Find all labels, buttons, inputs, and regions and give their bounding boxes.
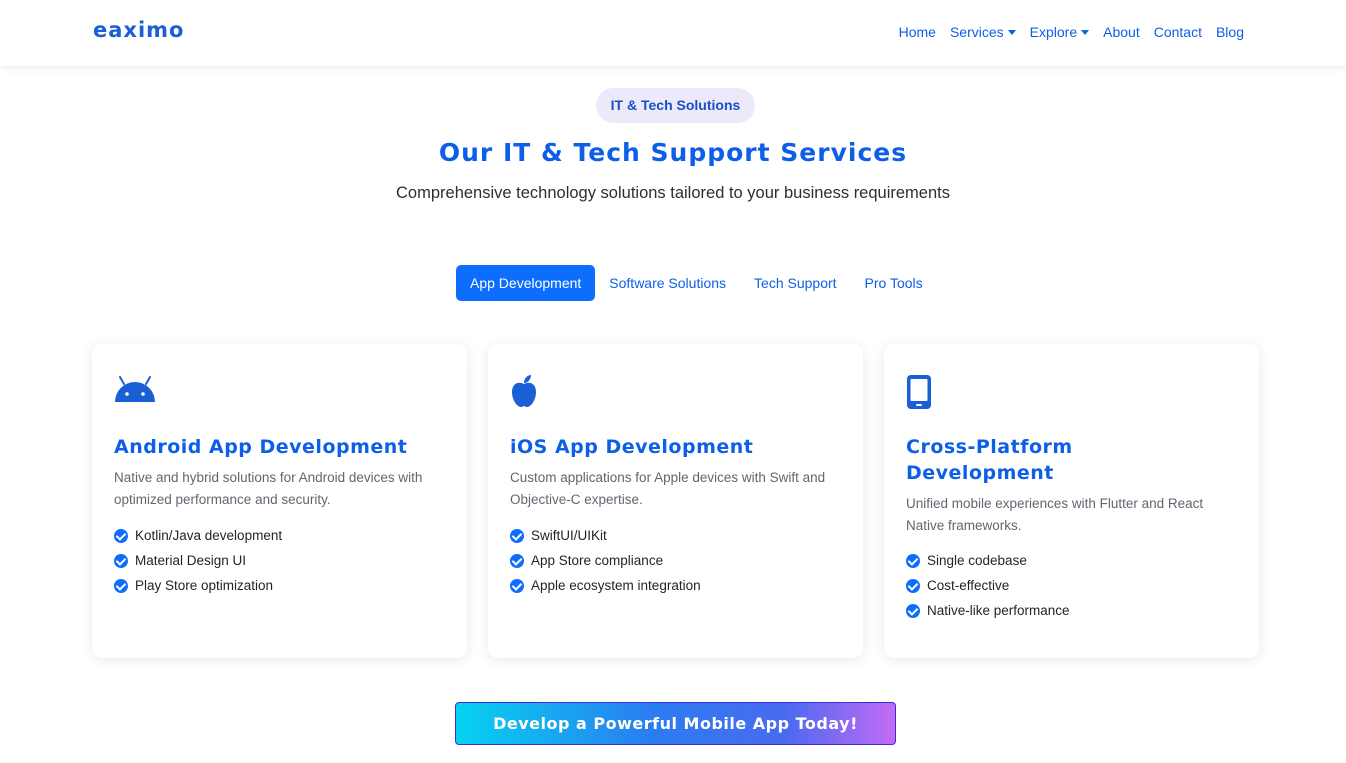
card-description: Native and hybrid solutions for Android …	[114, 470, 423, 507]
service-card-ios: iOS App Development Custom applications …	[488, 344, 863, 658]
check-circle-icon	[906, 578, 920, 593]
check-circle-icon	[114, 578, 128, 593]
card-description: Unified mobile experiences with Flutter …	[906, 496, 1204, 533]
nav-item-label: Blog	[1215, 24, 1244, 40]
feature-label: Play Store optimization	[135, 578, 274, 593]
section-subtitle: Comprehensive technology solutions tailo…	[396, 184, 950, 202]
cta-button[interactable]: Develop a Powerful Mobile App Today!	[455, 702, 896, 745]
main-nav: Home Services Explore About Contact Blog	[892, 22, 1251, 42]
feature-label: Material Design UI	[135, 553, 247, 568]
tab-software-solutions[interactable]: Software Solutions	[595, 265, 740, 301]
section-badge: IT & Tech Solutions	[596, 88, 755, 123]
card-title: Cross-Platform Development	[906, 436, 1073, 484]
check-circle-icon	[510, 553, 524, 568]
feature-label: App Store compliance	[531, 553, 664, 568]
feature-label: Single codebase	[927, 553, 1027, 568]
feature-label: Native-like performance	[927, 603, 1070, 618]
list-item: Kotlin/Java development	[114, 523, 282, 548]
apple-icon	[510, 374, 538, 413]
card-title: Android App Development	[114, 436, 408, 458]
feature-label: Apple ecosystem integration	[531, 578, 701, 593]
service-tabs: App Development Software Solutions Tech …	[456, 265, 937, 301]
nav-item-label: Home	[898, 24, 936, 40]
card-description: Custom applications for Apple devices wi…	[510, 470, 826, 507]
list-item: Cost-effective	[906, 573, 1070, 598]
check-circle-icon	[906, 553, 920, 568]
check-circle-icon	[510, 578, 524, 593]
list-item: Play Store optimization	[114, 573, 282, 598]
feature-label: Kotlin/Java development	[135, 528, 283, 543]
tab-app-development[interactable]: App Development	[456, 265, 596, 301]
android-icon	[114, 374, 156, 409]
feature-list: Single codebase Cost-effective Native-li…	[906, 548, 1070, 623]
caret-down-icon	[1081, 29, 1090, 35]
list-item: App Store compliance	[510, 548, 701, 573]
section-title: Our IT & Tech Support Services	[438, 138, 908, 167]
feature-label: Cost-effective	[927, 578, 1010, 593]
list-item: SwiftUI/UIKit	[510, 523, 701, 548]
nav-item-home[interactable]: Home	[892, 22, 943, 42]
nav-item-contact[interactable]: Contact	[1147, 22, 1209, 42]
nav-item-label: Explore	[1029, 24, 1078, 40]
feature-label: SwiftUI/UIKit	[531, 528, 607, 543]
feature-list: SwiftUI/UIKit App Store compliance Apple…	[510, 523, 701, 598]
check-circle-icon	[114, 553, 128, 568]
nav-item-services[interactable]: Services	[943, 22, 1023, 42]
brand-logo[interactable]: eaximo	[93, 18, 184, 42]
tab-pro-tools[interactable]: Pro Tools	[851, 265, 937, 301]
card-title: iOS App Development	[510, 436, 754, 458]
mobile-phone-icon	[906, 374, 932, 415]
nav-item-blog[interactable]: Blog	[1209, 22, 1251, 42]
list-item: Material Design UI	[114, 548, 282, 573]
top-navbar: eaximo Home Services Explore About Conta…	[0, 0, 1346, 66]
feature-list: Kotlin/Java development Material Design …	[114, 523, 282, 598]
nav-item-about[interactable]: About	[1096, 22, 1147, 42]
check-circle-icon	[114, 528, 128, 543]
nav-item-label: About	[1103, 24, 1140, 40]
list-item: Native-like performance	[906, 598, 1070, 623]
list-item: Single codebase	[906, 548, 1070, 573]
check-circle-icon	[510, 528, 524, 543]
service-card-cross-platform: Cross-Platform Development Unified mobil…	[884, 344, 1259, 658]
nav-item-explore[interactable]: Explore	[1023, 22, 1096, 42]
list-item: Apple ecosystem integration	[510, 573, 701, 598]
tab-tech-support[interactable]: Tech Support	[740, 265, 851, 301]
caret-down-icon	[1007, 29, 1016, 35]
nav-item-label: Services	[949, 24, 1004, 40]
nav-item-label: Contact	[1153, 24, 1202, 40]
check-circle-icon	[906, 603, 920, 618]
service-card-android: Android App Development Native and hybri…	[92, 344, 467, 658]
